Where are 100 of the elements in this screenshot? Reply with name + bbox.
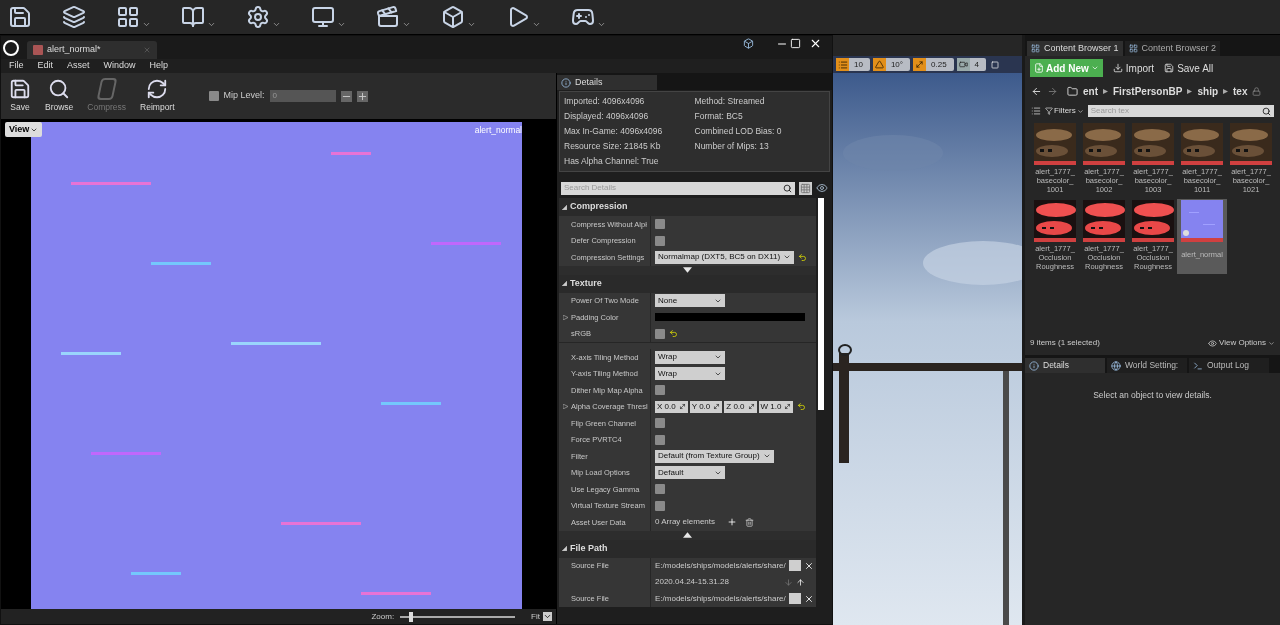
caret-icon	[337, 20, 346, 29]
save-all-button[interactable]: Save All	[1164, 60, 1214, 76]
cube-icon	[743, 38, 754, 49]
dropdown[interactable]: Default	[655, 466, 725, 480]
add-icon[interactable]	[727, 517, 738, 528]
checkbox[interactable]	[655, 328, 665, 339]
breadcrumb[interactable]: ent	[1083, 83, 1098, 99]
decrease-icon[interactable]	[340, 90, 352, 102]
menu-item[interactable]: Asset	[67, 59, 90, 73]
reimport-icon	[146, 78, 169, 101]
dropdown[interactable]: None	[655, 294, 725, 308]
panel-tab[interactable]: World Setting:	[1107, 358, 1187, 373]
trash-icon[interactable]	[745, 517, 755, 527]
toolbar-button[interactable]: Browse	[45, 78, 74, 114]
back-icon[interactable]	[1031, 85, 1042, 97]
checkbox[interactable]	[655, 500, 665, 511]
sources-icon[interactable]	[1031, 106, 1041, 116]
browser-tab[interactable]: Content Browser 1	[1027, 41, 1123, 56]
scrollbar[interactable]	[818, 198, 824, 410]
reset-icon[interactable]	[669, 329, 678, 339]
close-icon[interactable]	[809, 37, 822, 50]
camera-speed-icon[interactable]	[956, 58, 970, 71]
close-icon[interactable]	[803, 593, 814, 604]
search-icon	[783, 183, 792, 193]
checkbox[interactable]	[208, 91, 219, 101]
lock-icon[interactable]	[1252, 86, 1262, 96]
checkbox[interactable]	[655, 219, 665, 230]
toolbar-button[interactable]: Reimport	[140, 78, 175, 114]
caret-icon	[1076, 107, 1084, 115]
snap-control[interactable]: 10°	[872, 58, 910, 71]
menu-item[interactable]: Edit	[37, 59, 54, 73]
toolbar-button[interactable]	[441, 5, 476, 29]
menu-item[interactable]: File	[9, 59, 24, 73]
toolbar-button[interactable]	[311, 5, 346, 29]
toolbar-button[interactable]	[376, 5, 411, 29]
view-options-button[interactable]: View Options	[1208, 337, 1275, 349]
section-header[interactable]: Compression	[559, 198, 816, 216]
path-separator-icon	[1103, 88, 1108, 94]
view-button[interactable]: View	[5, 122, 43, 137]
search-icon	[48, 78, 71, 101]
breadcrumb[interactable]: ship	[1197, 83, 1219, 99]
browser-icon	[1128, 44, 1138, 53]
checkbox[interactable]	[655, 385, 665, 396]
fit-dropdown[interactable]: Fit	[531, 610, 552, 623]
advanced-toggle[interactable]	[559, 530, 816, 540]
menu-item[interactable]: Help	[149, 59, 169, 73]
maximize-icon[interactable]	[790, 38, 801, 49]
eye-icon[interactable]	[816, 182, 828, 194]
browse-button[interactable]	[788, 593, 801, 605]
snap-control[interactable]: 10	[836, 58, 870, 71]
advanced-toggle[interactable]	[559, 265, 816, 275]
toolbar-button[interactable]	[181, 5, 216, 29]
dropdown[interactable]: Default (from Texture Group)	[655, 449, 774, 463]
close-icon[interactable]	[803, 560, 814, 571]
reset-icon[interactable]	[798, 252, 808, 262]
number-field[interactable]: Y 0.0	[689, 400, 723, 413]
panel-tab[interactable]: Details	[1025, 358, 1105, 373]
checkbox[interactable]	[655, 434, 665, 445]
number-field[interactable]: Z 0.0	[724, 400, 757, 413]
checkbox[interactable]	[655, 484, 665, 495]
slider-thumb[interactable]	[409, 611, 413, 622]
reset-icon[interactable]	[797, 402, 807, 412]
expand-arrow-icon[interactable]	[562, 546, 567, 551]
color-swatch[interactable]	[655, 313, 805, 322]
toolbar-button[interactable]: Save	[9, 78, 31, 114]
scale-snap-icon[interactable]	[913, 58, 926, 71]
arrow-up-icon[interactable]	[796, 577, 805, 587]
dropdown[interactable]: Wrap	[655, 350, 725, 364]
new-file-icon	[1034, 63, 1044, 73]
dropdown[interactable]: Wrap	[655, 367, 725, 381]
number-field[interactable]: W 1.0	[758, 400, 794, 413]
triangle-icon[interactable]	[872, 58, 886, 71]
save-icon	[9, 78, 31, 101]
grid-view-icon[interactable]	[799, 181, 812, 195]
caret-icon	[207, 20, 216, 29]
snap-control[interactable]: 0.25	[913, 58, 954, 71]
breadcrumb[interactable]: tex	[1233, 83, 1248, 99]
breadcrumb[interactable]: FirstPersonBP	[1113, 83, 1183, 99]
menu-item[interactable]: Window	[103, 59, 136, 73]
forward-icon[interactable]	[1047, 85, 1058, 97]
increase-icon[interactable]	[356, 90, 368, 102]
caret-icon	[532, 20, 541, 29]
toolbar-button[interactable]	[246, 5, 281, 29]
checkbox[interactable]	[655, 418, 665, 429]
number-field[interactable]: X 0.0	[655, 400, 688, 413]
toolbar-button[interactable]	[116, 5, 151, 29]
panel-tab[interactable]: Output Log	[1189, 358, 1269, 373]
snap-control[interactable]: 4	[956, 58, 987, 71]
browse-button[interactable]	[788, 560, 801, 572]
expand-arrow-icon[interactable]	[562, 281, 567, 286]
import-button[interactable]: Import	[1112, 60, 1155, 76]
document-tab[interactable]: alert_normal*	[27, 41, 157, 59]
details-tab[interactable]: Details	[557, 75, 657, 90]
checkbox[interactable]	[655, 235, 665, 246]
filters-button[interactable]: Filters	[1045, 105, 1084, 117]
expand-arrow-icon[interactable]	[562, 204, 567, 210]
browser-tab[interactable]: Content Browser 2	[1124, 41, 1221, 56]
toolbar-button[interactable]	[8, 5, 32, 29]
dropdown[interactable]: Normalmap (DXT5, BC5 on DX11)	[655, 250, 795, 264]
caret-icon	[1090, 64, 1099, 72]
